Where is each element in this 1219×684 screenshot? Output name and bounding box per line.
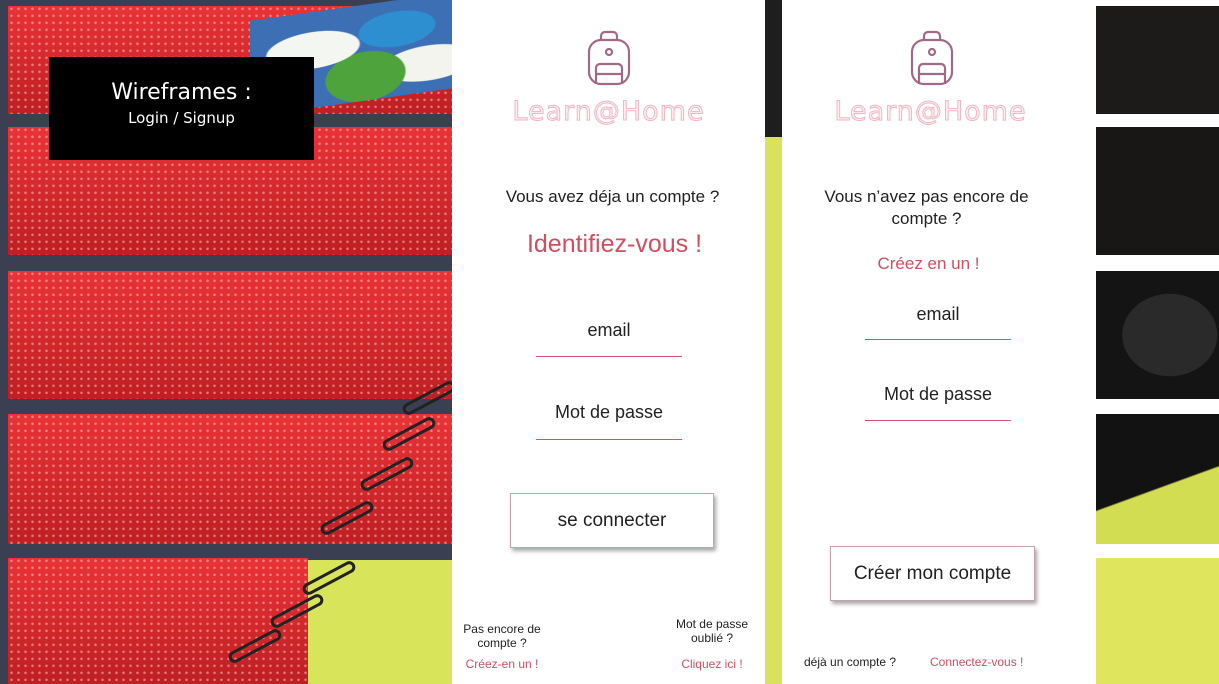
- login-screen: Learn@Home Vous avez déja un compte ? Id…: [452, 0, 765, 684]
- email-field[interactable]: email: [536, 320, 682, 341]
- bag-tile: [1096, 414, 1219, 544]
- brand-logo: Learn@Home: [834, 96, 1027, 128]
- notebook-strip: [8, 271, 460, 399]
- email-underline: [536, 356, 682, 357]
- bag-tile: [1096, 271, 1219, 399]
- background-photo-right: [1088, 0, 1219, 684]
- signup-screen: Learn@Home Vous n’avez pas encore de com…: [782, 0, 1095, 684]
- title-text: Wireframes :: [111, 80, 252, 105]
- signup-heading: Créez en un !: [877, 254, 980, 273]
- have-account-text: déjà un compte ?: [804, 655, 897, 669]
- backpack-icon: [910, 30, 954, 86]
- forgot-password-link[interactable]: Cliquez ici !: [670, 657, 754, 671]
- forgot-password-text: Mot de passe oublié ?: [675, 617, 749, 645]
- password-field[interactable]: Mot de passe: [865, 384, 1011, 405]
- bag-tile: [1096, 6, 1219, 114]
- notebook-strip: [8, 414, 460, 544]
- backpack-icon: [587, 30, 631, 86]
- password-underline: [865, 420, 1011, 421]
- bag-tile: [1096, 127, 1219, 255]
- create-account-button[interactable]: Créer mon compte: [830, 546, 1035, 601]
- signup-prompt: Vous n’avez pas encore de compte ?: [824, 187, 1029, 228]
- email-field[interactable]: email: [865, 304, 1011, 325]
- notebook-strip: [8, 558, 308, 684]
- login-heading: Identifiez-vous !: [526, 230, 703, 258]
- login-prompt: Vous avez déja un compte ?: [505, 187, 720, 206]
- password-field[interactable]: Mot de passe: [536, 402, 682, 423]
- bag-tile: [1096, 558, 1219, 684]
- subtitle-text: Login / Signup: [128, 109, 235, 127]
- email-underline: [865, 339, 1011, 340]
- login-link[interactable]: Connectez-vous !: [930, 655, 1050, 669]
- login-button[interactable]: se connecter: [510, 493, 714, 548]
- no-account-text: Pas encore de compte ?: [463, 622, 541, 650]
- brand-logo: Learn@Home: [512, 96, 705, 128]
- title-box: Wireframes : Login / Signup: [49, 57, 314, 160]
- create-account-link[interactable]: Créez-en un !: [454, 657, 550, 671]
- password-underline: [536, 439, 682, 440]
